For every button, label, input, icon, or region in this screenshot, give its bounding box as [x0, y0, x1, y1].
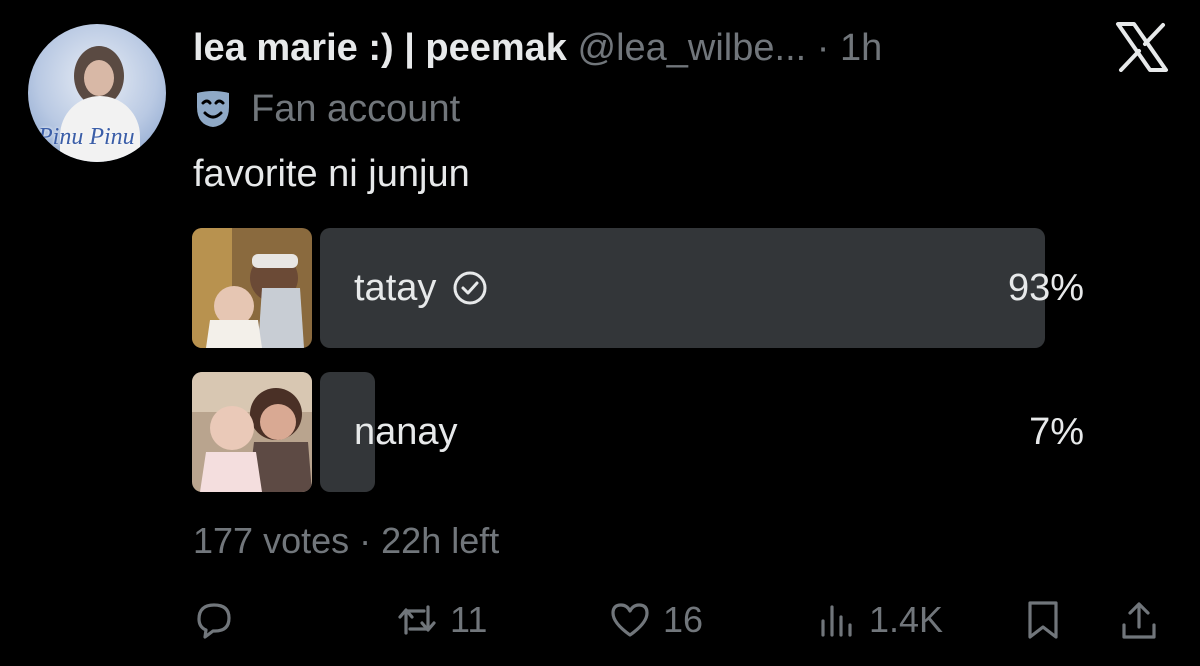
theater-mask-icon	[197, 91, 229, 127]
tweet: Pinu Pinu lea marie :) | peemak @lea_wil…	[0, 0, 1200, 666]
like-count: 16	[663, 599, 704, 640]
photo-woman-with-baby	[192, 372, 312, 492]
reply-button[interactable]	[193, 590, 247, 650]
avatar-text: Pinu Pinu	[38, 124, 135, 150]
tweet-time[interactable]: 1h	[840, 27, 882, 69]
x-logo-icon	[1116, 22, 1168, 72]
repost-button[interactable]: 11	[396, 590, 487, 650]
account-label-text: Fan account	[251, 87, 461, 130]
poll-option-label: tatay	[354, 266, 488, 310]
poll-option-percent: 7%	[1029, 411, 1084, 453]
poll-option-percent: 93%	[1007, 267, 1084, 309]
views-button[interactable]: 1.4K	[815, 590, 943, 650]
check-circle-icon	[453, 271, 487, 305]
share-button[interactable]	[1118, 590, 1160, 650]
poll-option-image	[192, 228, 312, 348]
poll-option-track: tatay 93%	[320, 228, 1100, 348]
bookmark-button[interactable]	[1022, 590, 1064, 650]
action-bar: 11 16 1.4K	[0, 590, 1200, 650]
like-button[interactable]: 16	[609, 590, 703, 650]
reply-icon	[197, 603, 231, 639]
views-count: 1.4K	[869, 599, 944, 640]
tweet-header: lea marie :) | peemak @lea_wilbe... · 1h	[193, 26, 882, 70]
poll-option-label-text: tatay	[354, 267, 437, 309]
account-label[interactable]: Fan account	[193, 87, 460, 131]
poll-option-tatay[interactable]: tatay 93%	[192, 228, 1092, 348]
heart-icon	[611, 603, 649, 637]
author-handle[interactable]: @lea_wilbe...	[578, 27, 807, 69]
header-separator: ·	[816, 27, 830, 69]
poll-option-label: nanay	[354, 410, 458, 454]
poll-vote-count: 177 votes	[193, 520, 350, 561]
bookmark-icon	[1028, 601, 1058, 639]
views-icon	[821, 605, 852, 637]
poll-option-label-text: nanay	[354, 411, 458, 453]
poll-meta-separator: ·	[359, 520, 372, 561]
repost-count: 11	[450, 599, 488, 640]
tweet-text: favorite ni junjun	[193, 153, 470, 195]
share-icon	[1122, 602, 1156, 639]
poll-option-image	[192, 372, 312, 492]
author-display-name[interactable]: lea marie :) | peemak	[193, 27, 567, 69]
avatar[interactable]: Pinu Pinu	[28, 24, 166, 162]
poll-option-nanay[interactable]: nanay 7%	[192, 372, 1092, 492]
poll-time-left: 22h left	[381, 520, 500, 561]
poll-meta: 177 votes · 22h left	[193, 519, 499, 563]
poll-option-track: nanay 7%	[320, 372, 1100, 492]
repost-icon	[398, 605, 436, 635]
photo-man-with-baby	[192, 228, 312, 348]
